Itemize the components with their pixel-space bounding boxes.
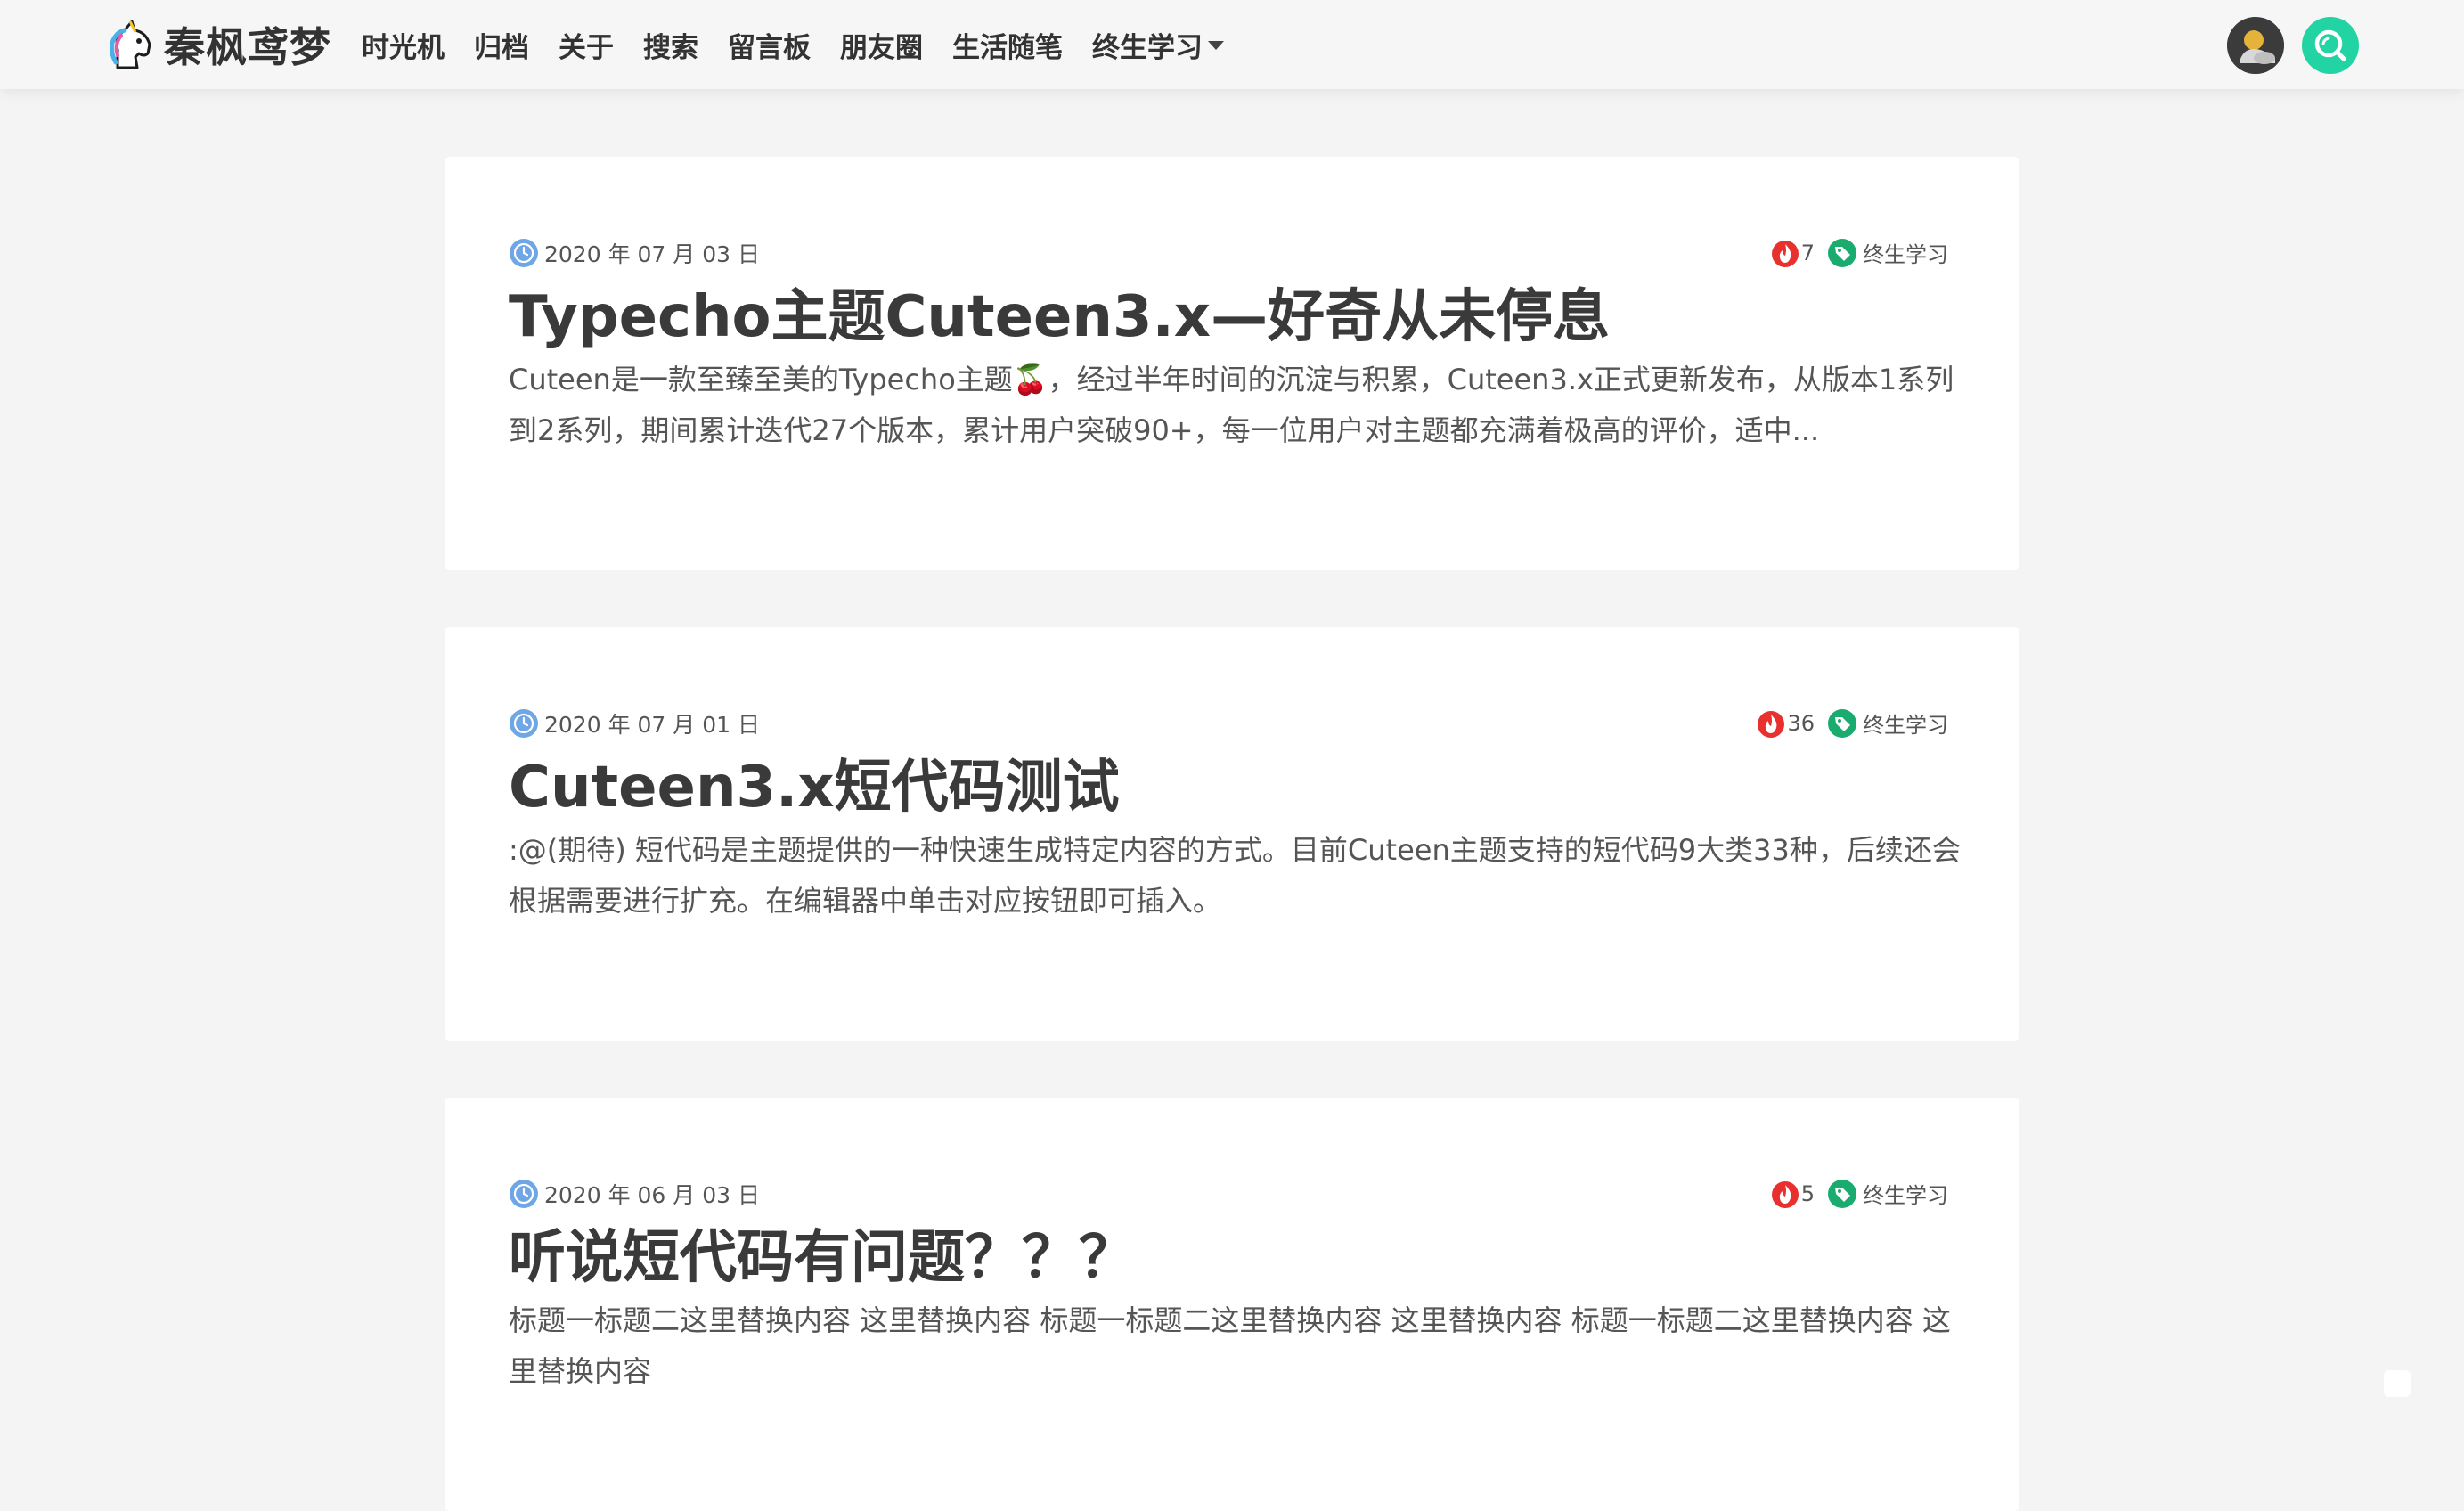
post-date: 2020 年 07 月 03 日 (509, 237, 760, 269)
clock-icon (510, 1180, 538, 1208)
nav-item-guestbook[interactable]: 留言板 (728, 25, 811, 65)
search-button[interactable] (2302, 17, 2359, 74)
nav-dropdown-lifelong-learning[interactable]: 终生学习 (1092, 25, 1224, 65)
post-meta: 2020 年 07 月 01 日 36 终生学习 (509, 707, 1948, 743)
post-card: 2020 年 07 月 01 日 36 终生学习 Cuteen3.x短代码测试 … (445, 627, 2019, 1041)
view-count: 7 (1800, 240, 1815, 265)
post-tag-link[interactable]: 终生学习 (1863, 1178, 1948, 1209)
view-count: 36 (1787, 710, 1815, 736)
post-excerpt: Cuteen是一款至臻至美的Typecho主题🍒，经过半年时间的沉淀与积累，Cu… (509, 363, 1954, 447)
site-name: 秦枫鸢梦 (164, 23, 331, 71)
tag-icon (1828, 1179, 1856, 1208)
view-count: 5 (1800, 1180, 1815, 1206)
post-stats: 5 终生学习 (1771, 1178, 1948, 1209)
nav-item-archive[interactable]: 归档 (474, 25, 529, 65)
post-stats: 7 终生学习 (1771, 237, 1948, 268)
site-brand[interactable]: 秦枫鸢梦 (105, 16, 331, 73)
post-title-link[interactable]: 听说短代码有问题？？？ (509, 1222, 1957, 1294)
chevron-down-icon (1208, 41, 1224, 50)
post-card: 2020 年 06 月 03 日 5 终生学习 听说短代码有问题？？？ 标题一标… (445, 1098, 2019, 1511)
post-excerpt: 标题一标题二这里替换内容 这里替换内容 标题一标题二这里替换内容 这里替换内容 … (509, 1303, 1951, 1388)
nav-dropdown-label: 终生学习 (1092, 31, 1203, 64)
post-tag-link[interactable]: 终生学习 (1863, 707, 1948, 739)
nav-item-timeline[interactable]: 时光机 (362, 25, 445, 65)
post-meta: 2020 年 07 月 03 日 7 终生学习 (509, 237, 1948, 273)
nav-item-friends[interactable]: 朋友圈 (840, 25, 923, 65)
nav-item-search[interactable]: 搜索 (643, 25, 698, 65)
search-icon (2314, 29, 2346, 61)
top-navbar: 秦枫鸢梦 时光机 归档 关于 搜索 留言板 朋友圈 生活随笔 终生学习 (0, 0, 2464, 89)
post-tag-link[interactable]: 终生学习 (1863, 237, 1948, 268)
main-nav: 时光机 归档 关于 搜索 留言板 朋友圈 生活随笔 终生学习 (362, 23, 1253, 66)
back-to-top-button[interactable] (2384, 1370, 2411, 1397)
fire-icon (1771, 1180, 1799, 1208)
fire-icon (1758, 710, 1785, 738)
clock-icon (510, 709, 538, 738)
post-date-text: 2020 年 07 月 03 日 (544, 241, 760, 267)
post-title-link[interactable]: Typecho主题Cuteen3.x—好奇从未停息 (509, 282, 1957, 353)
post-card: 2020 年 07 月 03 日 7 终生学习 Typecho主题Cuteen3… (445, 157, 2019, 570)
post-date: 2020 年 06 月 03 日 (509, 1178, 760, 1210)
nav-item-about[interactable]: 关于 (559, 25, 614, 65)
post-date: 2020 年 07 月 01 日 (509, 707, 760, 739)
user-avatar-icon (2227, 17, 2284, 74)
tag-icon (1828, 238, 1856, 267)
fire-icon (1771, 240, 1799, 267)
unicorn-icon (110, 20, 151, 69)
post-excerpt: :@(期待) 短代码是主题提供的一种快速生成特定内容的方式。目前Cuteen主题… (509, 833, 1961, 918)
post-title-link[interactable]: Cuteen3.x短代码测试 (509, 752, 1957, 823)
clock-icon (510, 239, 538, 267)
user-avatar-button[interactable] (2227, 17, 2284, 74)
post-stats: 36 终生学习 (1757, 707, 1948, 739)
nav-item-life-notes[interactable]: 生活随笔 (952, 25, 1063, 65)
tag-icon (1828, 708, 1856, 738)
post-date-text: 2020 年 07 月 01 日 (544, 712, 760, 738)
post-date-text: 2020 年 06 月 03 日 (544, 1182, 760, 1208)
post-meta: 2020 年 06 月 03 日 5 终生学习 (509, 1178, 1948, 1213)
